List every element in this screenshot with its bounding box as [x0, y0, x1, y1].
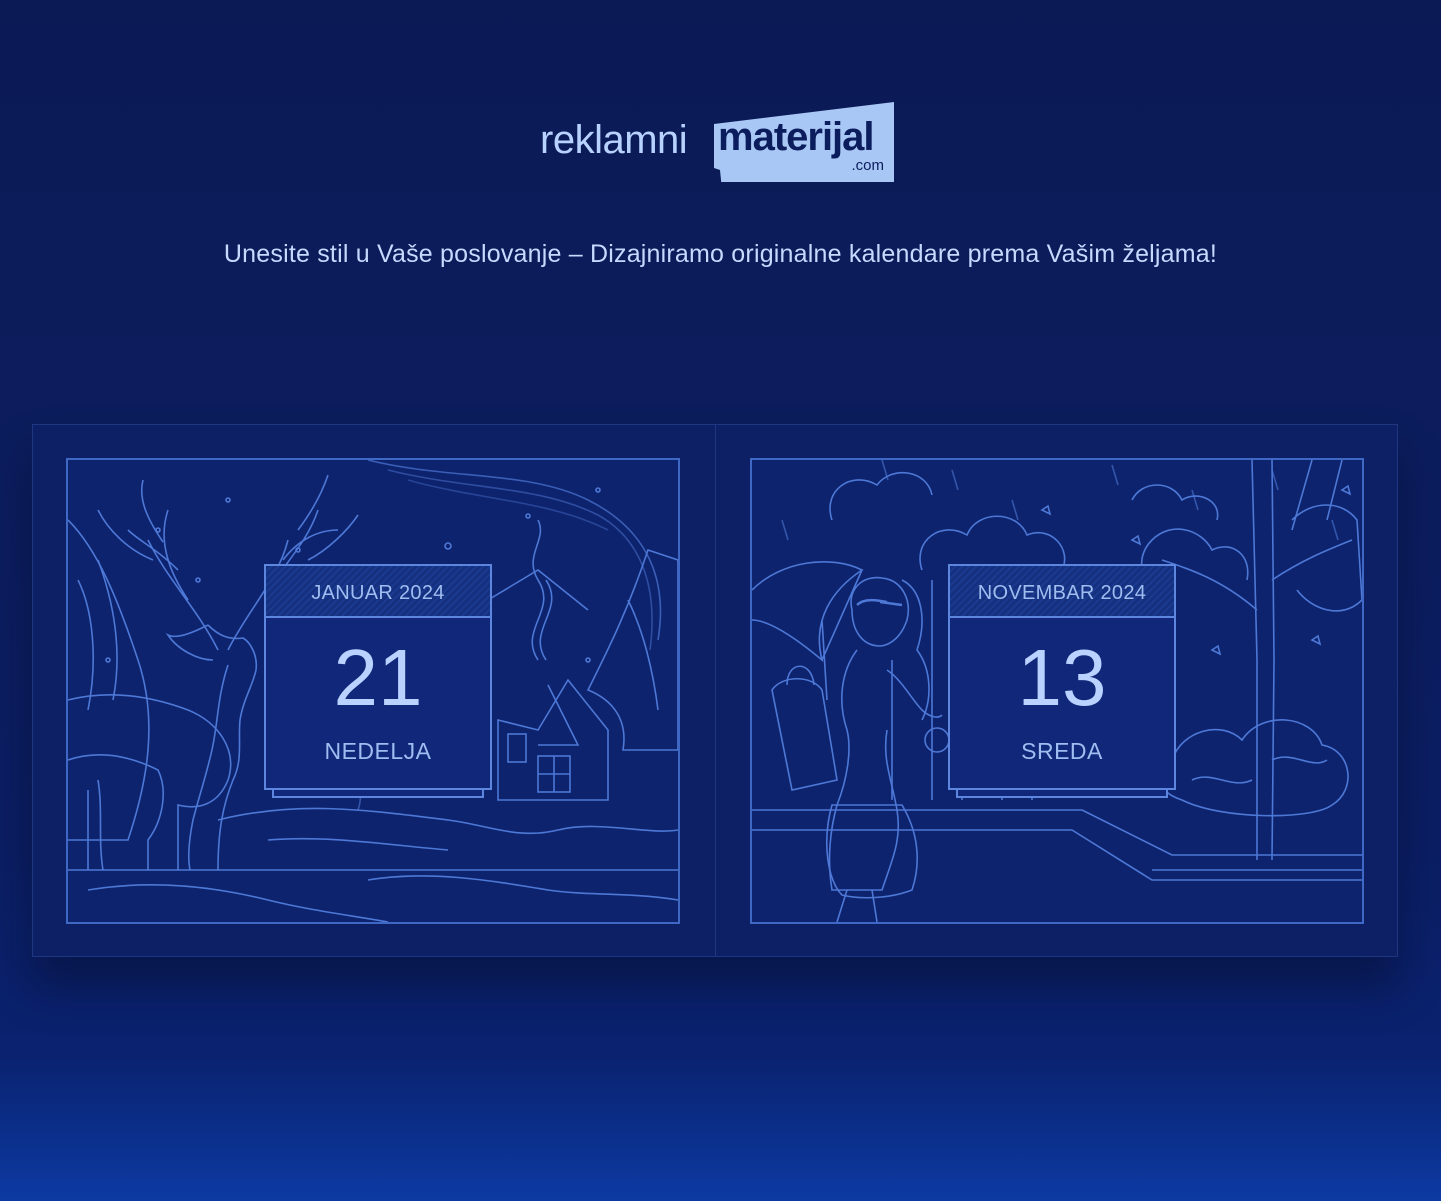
calendar-card-january: JANUAR 2024 21 NEDELJA — [264, 564, 492, 798]
calendar-page-january: JANUAR 2024 21 NEDELJA — [66, 458, 680, 924]
calendar-stand — [272, 790, 484, 798]
calendar-card-frame: NOVEMBAR 2024 13 SREDA — [948, 564, 1176, 790]
calendar-month: NOVEMBAR 2024 — [977, 582, 1147, 604]
calendar-card-frame: JANUAR 2024 21 NEDELJA — [264, 564, 492, 790]
calendar-card-november: NOVEMBAR 2024 13 SREDA — [948, 564, 1176, 798]
logo[interactable]: reklamni materijal .com — [540, 102, 900, 186]
calendar-weekday: SREDA — [1021, 738, 1103, 764]
logo-bold-text: materijal — [718, 115, 875, 159]
calendar-day-number: 21 — [333, 633, 423, 722]
logo-badge: materijal .com — [710, 102, 894, 182]
logo-suffix: .com — [851, 157, 884, 174]
calendar-page-november: NOVEMBAR 2024 13 SREDA — [750, 458, 1364, 924]
calendar-header: JANUAR 2024 — [266, 566, 490, 618]
calendar-spread: JANUAR 2024 21 NEDELJA NOVEMBAR 2024 13 … — [32, 424, 1398, 957]
calendar-stand — [956, 790, 1168, 798]
spread-divider — [715, 425, 716, 956]
tagline: Unesite stil u Vaše poslovanje – Dizajni… — [223, 240, 1218, 268]
calendar-day-number: 13 — [1017, 633, 1107, 722]
calendar-month: JANUAR 2024 — [311, 582, 445, 604]
calendar-header: NOVEMBAR 2024 — [950, 566, 1174, 618]
logo-light-text: reklamni — [540, 118, 688, 162]
calendar-weekday: NEDELJA — [324, 738, 432, 764]
